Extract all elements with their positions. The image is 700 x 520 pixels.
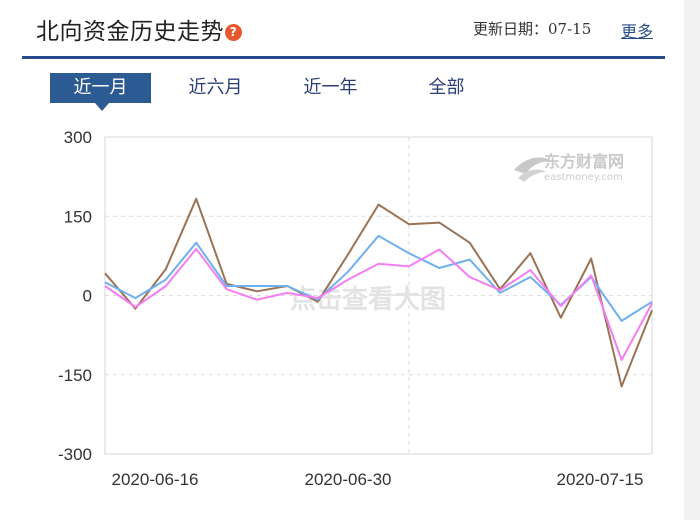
y-tick-label: 300 [64,128,92,147]
tab-1-month[interactable]: 近一月 [50,73,151,103]
tab-all[interactable]: 全部 [396,73,497,103]
help-icon[interactable]: ? [225,24,242,41]
y-axis-ticks: 300 150 0 -150 -300 [58,128,92,464]
page-title: 北向资金历史走势? [36,12,242,46]
tab-1-year[interactable]: 近一年 [280,73,381,103]
y-tick-label: 0 [83,287,92,306]
section-header: 北向资金历史走势? 更新日期：07-15 更多 [0,0,684,59]
header-divider [22,56,665,59]
x-tick-label: 2020-06-16 [112,470,199,489]
tab-6-months[interactable]: 近六月 [165,73,266,103]
y-tick-label: -150 [58,366,92,385]
watermark-logo-sub: eastmoney.com [544,172,623,183]
page-title-text: 北向资金历史走势 [36,19,224,45]
northbound-fund-chart[interactable]: 东方财富网 eastmoney.com 点击查看大图 3001500-150-3… [0,110,684,520]
x-tick-label: 2020-07-15 [557,470,644,489]
update-date: 更新日期：07-15 [473,20,592,38]
page-side-strip [684,0,700,520]
x-axis-ticks: 2020-06-16 2020-06-30 2020-07-15 [112,470,644,489]
watermark-logo-text: 东方财富网 [544,152,624,171]
more-link[interactable]: 更多 [621,18,653,42]
y-tick-label: 150 [64,207,92,226]
x-tick-label: 2020-06-30 [305,470,392,489]
y-tick-label: -300 [58,445,92,464]
